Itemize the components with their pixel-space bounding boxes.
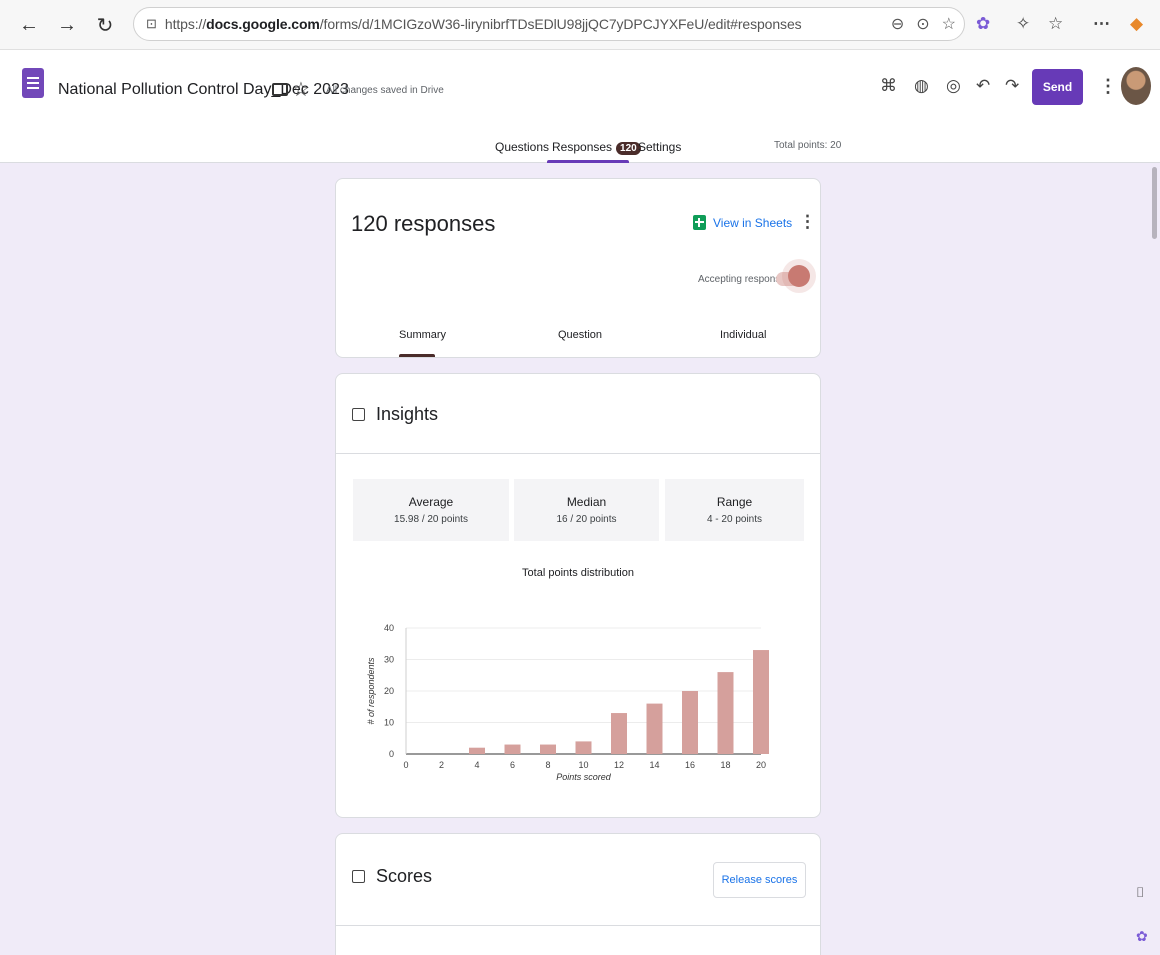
release-scores-button[interactable]: Release scores	[713, 862, 806, 898]
star-icon[interactable]: ☆	[292, 77, 310, 102]
form-tabs: Questions Responses 120 Settings Total po…	[0, 130, 1160, 163]
chart-title: Total points distribution	[522, 567, 634, 579]
bar	[575, 741, 592, 754]
divider	[336, 453, 820, 454]
y-tick-label: 30	[384, 655, 394, 665]
palette-icon[interactable]: ◍	[914, 76, 929, 96]
tab-settings[interactable]: Settings	[638, 140, 681, 154]
active-tab-indicator	[547, 160, 629, 163]
bar	[717, 672, 734, 754]
subtab-summary[interactable]: Summary	[399, 329, 446, 341]
stat-value: 4 - 20 points	[706, 514, 763, 525]
bar	[646, 703, 663, 754]
x-tick-label: 0	[403, 760, 408, 770]
divider	[336, 925, 820, 926]
reload-icon[interactable]: ↻	[92, 12, 118, 38]
more-options-icon[interactable]: ⋮	[1099, 76, 1117, 97]
x-tick-label: 8	[545, 760, 550, 770]
preview-eye-icon[interactable]: ◎	[946, 76, 961, 96]
redo-icon[interactable]: ↷	[1005, 76, 1019, 96]
total-points: Total points: 20	[774, 140, 842, 151]
favorite-star-icon[interactable]: ☆	[942, 14, 956, 34]
undo-icon[interactable]: ↶	[976, 76, 990, 96]
x-tick-label: 16	[685, 760, 695, 770]
back-arrow-icon[interactable]: ←	[16, 12, 42, 38]
subtab-individual[interactable]: Individual	[720, 329, 766, 341]
send-button[interactable]: Send	[1032, 69, 1083, 105]
y-tick-label: 20	[384, 686, 394, 696]
forward-arrow-icon[interactable]: →	[54, 12, 80, 38]
y-tick-label: 10	[384, 718, 394, 728]
stat-range: Range 4 - 20 points	[665, 479, 804, 541]
stat-average: Average 15.98 / 20 points	[353, 479, 509, 541]
insights-title: Insights	[376, 404, 439, 424]
stat-value: 15.98 / 20 points	[394, 514, 468, 525]
insights-chart-icon	[352, 408, 365, 421]
x-tick-label: 6	[510, 760, 515, 770]
checkbox-icon	[352, 870, 365, 883]
responses-count-title: 120 responses	[351, 211, 496, 236]
google-forms-logo-icon[interactable]	[22, 68, 44, 98]
bar	[504, 744, 521, 754]
favorites-list-icon[interactable]: ☆	[1048, 14, 1063, 34]
x-tick-label: 4	[474, 760, 479, 770]
zoom-icon[interactable]: ⊖	[891, 14, 904, 34]
x-tick-label: 10	[578, 760, 588, 770]
scores-title: Scores	[376, 866, 433, 886]
scrollbar[interactable]	[1149, 163, 1160, 955]
view-in-sheets-label: View in Sheets	[713, 215, 793, 230]
tab-responses-label: Responses	[552, 140, 613, 154]
bar	[469, 747, 485, 754]
x-tick-label: 20	[756, 760, 766, 770]
insights-card: Insights Average 15.98 / 20 points Media…	[335, 373, 821, 818]
sheets-icon	[693, 215, 706, 230]
view-in-sheets-link[interactable]: View in Sheets	[693, 215, 792, 230]
y-axis-label: # of respondents	[366, 657, 376, 725]
add-on-puzzle-icon[interactable]: ⌘	[880, 76, 897, 96]
x-tick-label: 12	[614, 760, 624, 770]
scroll-thumb[interactable]	[1152, 167, 1157, 239]
x-tick-label: 18	[720, 760, 730, 770]
responses-more-icon[interactable]: ⋮	[799, 212, 816, 232]
browser-toolbar: ← → ↻ ⊡ https://docs.google.com/forms/d/…	[0, 0, 1160, 50]
active-subtab-indicator	[399, 354, 435, 357]
extension-brain-icon[interactable]: ✿	[976, 14, 990, 34]
x-tick-label: 14	[649, 760, 659, 770]
book-icon[interactable]: ⌷	[1136, 884, 1144, 901]
y-tick-label: 40	[384, 623, 394, 633]
scores-card: Scores Release scores	[335, 833, 821, 955]
browser-menu-icon[interactable]: ⋯	[1093, 14, 1110, 34]
bar	[682, 691, 698, 754]
x-tick-label: 2	[439, 760, 444, 770]
tab-responses[interactable]: Responses 120	[552, 140, 641, 155]
stat-value: 16 / 20 points	[556, 514, 617, 525]
stat-label: Average	[408, 495, 454, 509]
bar	[540, 744, 556, 754]
bar	[611, 713, 627, 754]
save-status: All changes saved in Drive	[326, 85, 444, 96]
stat-label: Range	[716, 495, 753, 509]
responses-card: 120 responses View in Sheets ⋮ Accepting…	[335, 178, 821, 358]
forms-header: National Pollution Control Day_Dec 2023 …	[0, 50, 1160, 163]
points-distribution-chart: 0 10 20 30 40 0 2 4 6 8 10 12 14 16 18 20 Points scored #…	[366, 623, 769, 782]
assistant-icon[interactable]: ✿	[1136, 928, 1148, 945]
avatar[interactable]	[1121, 67, 1151, 105]
tab-questions[interactable]: Questions	[495, 140, 549, 154]
y-tick-label: 0	[389, 749, 394, 759]
extension-puzzle-icon[interactable]: ✧	[1016, 14, 1030, 34]
address-bar[interactable]: ⊡ https://docs.google.com/forms/d/1MCIGz…	[133, 7, 965, 41]
stat-label: Median	[566, 495, 607, 509]
lock-icon: ⊡	[146, 16, 157, 31]
subtab-question[interactable]: Question	[558, 329, 602, 341]
bar	[753, 650, 769, 754]
move-to-folder-icon[interactable]	[272, 83, 288, 96]
x-axis-label: Points scored	[556, 772, 612, 782]
copilot-icon[interactable]: ◆	[1130, 14, 1143, 34]
stat-median: Median 16 / 20 points	[514, 479, 659, 541]
toggle-knob[interactable]	[788, 265, 810, 287]
more-info-icon[interactable]: ⊙	[916, 14, 929, 34]
url-text: https://docs.google.com/forms/d/1MCIGzoW…	[164, 16, 802, 32]
